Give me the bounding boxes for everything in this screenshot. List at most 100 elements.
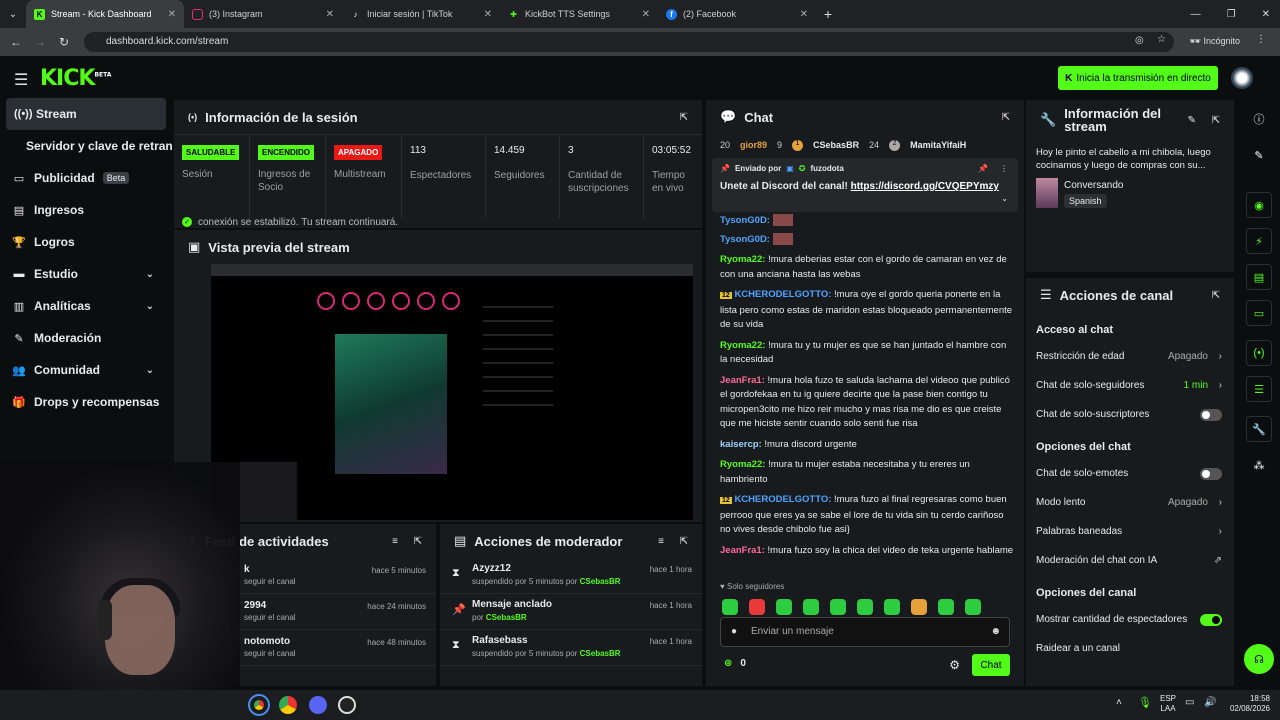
channel-points[interactable]: ⊛ 0 bbox=[724, 658, 746, 669]
close-icon[interactable]: ✕ bbox=[642, 9, 650, 20]
popout-icon[interactable]: ⇱ bbox=[1212, 115, 1220, 126]
close-icon[interactable]: ✕ bbox=[484, 9, 492, 20]
chat-username[interactable]: KCHERODELGOTTO: bbox=[734, 494, 831, 505]
tab-instagram[interactable]: (3) Instagram ✕ bbox=[184, 0, 342, 28]
clock[interactable]: 18:58 02/08/2026 bbox=[1222, 694, 1270, 714]
chat-username[interactable]: JeanFra1: bbox=[720, 545, 765, 556]
tab-kick-dashboard[interactable]: K Stream - Kick Dashboard ✕ bbox=[26, 0, 184, 28]
age-restriction-row[interactable]: Restricción de edad Apagado › bbox=[1026, 342, 1234, 371]
emotes-only-toggle[interactable] bbox=[1200, 467, 1222, 480]
slow-mode-row[interactable]: Modo lento Apagado › bbox=[1026, 488, 1234, 517]
tab-facebook[interactable]: f (2) Facebook ✕ bbox=[658, 0, 816, 28]
more-icon[interactable]: ⋮ bbox=[1000, 164, 1008, 173]
tray-chevron-icon[interactable]: ˄ bbox=[1116, 697, 1122, 708]
tab-search-icon[interactable]: ⌄ bbox=[0, 9, 26, 20]
close-icon[interactable]: ✕ bbox=[326, 9, 334, 20]
emote-icon[interactable] bbox=[830, 599, 846, 615]
close-icon[interactable]: ✕ bbox=[168, 9, 176, 20]
sidebar-item-achievements[interactable]: 🏆 Logros bbox=[0, 226, 172, 258]
popout-icon[interactable]: ⇱ bbox=[680, 112, 688, 123]
chat-send-button[interactable]: Chat bbox=[972, 654, 1010, 676]
emote-icon[interactable] bbox=[776, 599, 792, 615]
sidebar-item-drops[interactable]: 🎁 Drops y recompensas bbox=[0, 386, 172, 418]
keyboard-language[interactable]: ESP LAA bbox=[1160, 694, 1176, 714]
sidebar-item-moderation[interactable]: ✎ Moderación bbox=[0, 322, 172, 354]
sidebar-item-server-key[interactable]: Servidor y clave de retransmisión bbox=[0, 130, 172, 162]
kick-logo[interactable]: KICKBETA bbox=[40, 66, 111, 91]
camera-icon[interactable]: ◉ bbox=[1246, 192, 1272, 218]
chat-username[interactable]: Ryoma22: bbox=[720, 254, 765, 265]
banned-words-row[interactable]: Palabras baneadas › bbox=[1026, 517, 1234, 546]
back-icon[interactable]: ← bbox=[4, 35, 28, 49]
microphone-icon[interactable]: 🎙 bbox=[1138, 696, 1152, 709]
wrench-icon[interactable]: 🔧 bbox=[1246, 416, 1272, 442]
sidebar-item-ads[interactable]: ▭ Publicidad Beta bbox=[0, 162, 172, 194]
emote-icon[interactable] bbox=[803, 599, 819, 615]
popout-icon[interactable]: ⇱ bbox=[1002, 112, 1010, 123]
pinned-user[interactable]: fuzodota bbox=[810, 164, 843, 173]
sidebar-item-revenue[interactable]: ▤ Ingresos bbox=[0, 194, 172, 226]
ai-moderation-row[interactable]: Moderación del chat con IA ⇗ bbox=[1026, 546, 1234, 575]
popout-icon[interactable]: ⇱ bbox=[414, 536, 422, 547]
minimize-icon[interactable]: — bbox=[1191, 9, 1201, 20]
followers-only-row[interactable]: Chat de solo-seguidores 1 min › bbox=[1026, 371, 1234, 400]
subscribers-only-toggle[interactable] bbox=[1200, 408, 1222, 421]
pinned-link[interactable]: https://discord.gg/CVQEPYmzy bbox=[851, 181, 999, 192]
url-field[interactable]: dashboard.kick.com/stream bbox=[84, 32, 1174, 52]
chrome-incognito-icon[interactable] bbox=[279, 696, 297, 714]
raid-row[interactable]: Raidear a un canal bbox=[1026, 634, 1234, 663]
sidebar-item-analytics[interactable]: ▥ Analíticas ⌄ bbox=[0, 290, 172, 322]
obs-icon[interactable] bbox=[338, 696, 356, 714]
broadcast-icon[interactable]: (•) bbox=[1246, 340, 1272, 366]
unpin-icon[interactable]: 📌 bbox=[978, 164, 988, 173]
chat-username[interactable]: kaisercp: bbox=[720, 439, 762, 450]
reload-icon[interactable]: ↻ bbox=[52, 35, 76, 49]
top-user-name[interactable]: CSebasBR bbox=[813, 140, 859, 150]
settings-gear-icon[interactable]: ⚙ bbox=[949, 658, 960, 672]
popout-icon[interactable]: ⇱ bbox=[680, 536, 688, 547]
chat-username[interactable]: Ryoma22: bbox=[720, 340, 765, 351]
close-icon[interactable]: ✕ bbox=[800, 9, 808, 20]
emote-icon[interactable] bbox=[722, 599, 738, 615]
star-icon[interactable]: ☆ bbox=[1157, 34, 1166, 45]
discord-icon[interactable] bbox=[309, 696, 327, 714]
chat-username[interactable]: TysonG0D: bbox=[720, 215, 770, 226]
user-avatar[interactable] bbox=[1231, 67, 1253, 89]
tab-tiktok[interactable]: ♪ Iniciar sesión | TikTok ✕ bbox=[342, 0, 500, 28]
restore-icon[interactable]: ❐ bbox=[1227, 9, 1236, 20]
eye-off-icon[interactable]: ◎ bbox=[1135, 35, 1144, 46]
pinned-message[interactable]: 📌 Enviado por ▣ ✪ fuzodota 📌 ⋮ Unete al … bbox=[712, 158, 1018, 212]
stream-preview-video[interactable] bbox=[211, 264, 693, 520]
emote-icon[interactable] bbox=[911, 599, 927, 615]
list-icon[interactable]: ☰ bbox=[1246, 376, 1272, 402]
volume-icon[interactable]: 🔊 bbox=[1204, 697, 1216, 708]
edit-icon[interactable]: ✎ bbox=[1246, 142, 1272, 168]
top-user-name[interactable]: gior89 bbox=[740, 140, 767, 150]
chat-input[interactable]: ● Enviar un mensaje ☻ bbox=[720, 617, 1010, 647]
clipboard-icon[interactable]: ▤ bbox=[1246, 264, 1272, 290]
tab-kickbot[interactable]: ✚ KickBot TTS Settings ✕ bbox=[500, 0, 658, 28]
chevron-down-icon[interactable]: ⌄ bbox=[1001, 194, 1008, 203]
mod-by[interactable]: CSebasBR bbox=[580, 577, 621, 586]
filter-icon[interactable]: ≡ bbox=[392, 536, 398, 547]
chrome-icon[interactable] bbox=[248, 694, 270, 716]
emote-icon[interactable] bbox=[749, 599, 765, 615]
sidebar-item-stream[interactable]: ((•)) Stream bbox=[6, 98, 166, 130]
filter-icon[interactable]: ≡ bbox=[658, 536, 664, 547]
chat-username[interactable]: Ryoma22: bbox=[720, 459, 765, 470]
mod-by[interactable]: CSebasBR bbox=[486, 613, 527, 622]
bolt-icon[interactable]: ⚡ bbox=[1246, 228, 1272, 254]
edit-icon[interactable]: ✎ bbox=[1188, 115, 1196, 126]
support-headset-icon[interactable]: ☊ bbox=[1244, 644, 1274, 674]
sidebar-item-community[interactable]: 👥 Comunidad ⌄ bbox=[0, 354, 172, 386]
emoji-icon[interactable]: ☻ bbox=[990, 626, 1001, 637]
incognito-badge[interactable]: 🕶 Incógnito bbox=[1190, 36, 1240, 47]
mod-by[interactable]: CSebasBR bbox=[580, 649, 621, 658]
go-live-button[interactable]: K Inicia la transmisión en directo bbox=[1058, 66, 1218, 90]
chat-username[interactable]: JeanFra1: bbox=[720, 375, 765, 386]
emote-icon[interactable] bbox=[938, 599, 954, 615]
close-window-icon[interactable]: ✕ bbox=[1262, 9, 1270, 20]
menu-dots-icon[interactable]: ⋮ bbox=[1256, 34, 1266, 45]
emote-icon[interactable] bbox=[965, 599, 981, 615]
top-user-name[interactable]: MamitaYifaiH bbox=[910, 140, 966, 150]
